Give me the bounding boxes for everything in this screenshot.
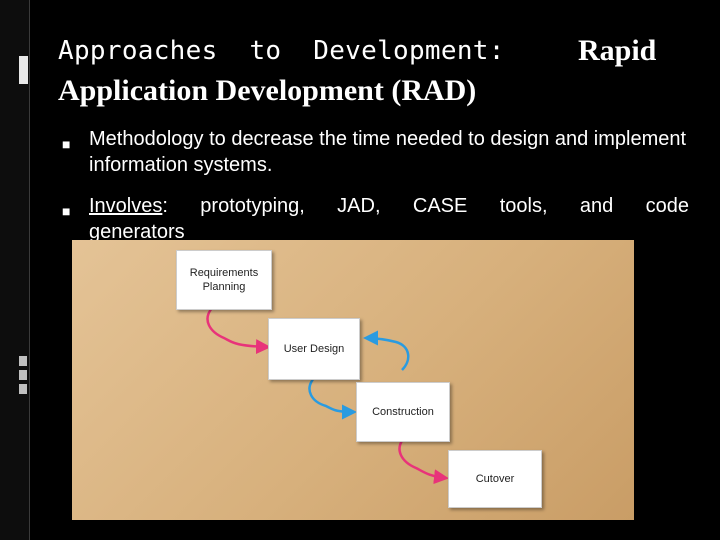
bullet-text: Involves: prototyping, JAD, CASE tools, … [89,193,689,245]
slide-title-line1: Approaches to Development: [58,36,505,66]
step-label: Construction [372,406,434,418]
back-arrow-1 [363,330,410,371]
rad-arrows [206,307,449,485]
step-construction: Construction [356,382,450,442]
bullet-word: CASE [412,195,468,217]
step-label: User Design [283,343,345,355]
step-label: Requirements [189,267,259,279]
bullet-word: prototyping, [200,195,305,217]
slide-left-divider [29,0,30,540]
bullet-word: and [579,195,614,217]
step-cutover: Cutover [448,450,542,508]
bullet-label-colon: : [162,195,168,217]
forward-arrow-2 [308,377,357,420]
slide-accent-tick [19,370,27,380]
slide-accent-bar [19,56,28,84]
bullet-label-group: Involves: [89,193,168,219]
forward-arrow-3 [398,437,449,485]
forward-arrow-1 [206,307,271,355]
step-requirements-planning: Requirements Planning [176,250,272,310]
bullet-label: Involves [89,195,163,217]
bullet-word: code [645,195,689,217]
step-user-design: User Design [268,318,360,380]
square-bullet-icon: ■ [62,203,71,219]
square-bullet-icon: ■ [62,136,71,152]
slide-title-line2: Application Development (RAD) [58,74,477,107]
step-label: Cutover [475,473,515,485]
bullet-text: Methodology to decrease the time needed … [89,128,687,176]
slide-title-rapid: Rapid [578,34,657,67]
rad-diagram: Requirements Planning User Design Constru… [72,240,634,520]
bullet-word: tools, [499,195,548,217]
bullet-word: JAD, [337,195,381,217]
slide-accent-tick [19,356,27,366]
slide-accent-tick [19,384,27,394]
step-label: Planning [202,281,246,293]
